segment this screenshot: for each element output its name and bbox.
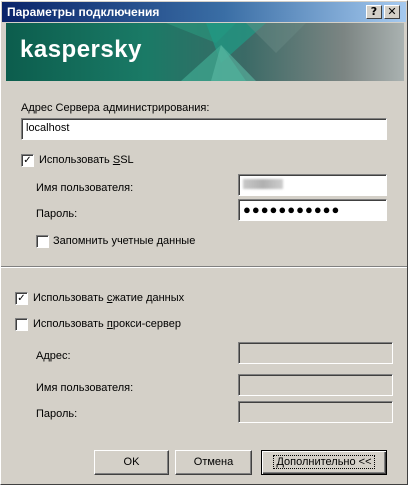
connection-settings-dialog: Параметры подключения ? ✕ kaspersky Адре… (0, 0, 408, 485)
section-divider (1, 266, 407, 268)
server-address-label: Адрес Сервера администрирования: (21, 102, 210, 114)
use-ssl-label: Использовать SSL (39, 154, 134, 166)
server-address-value: localhost (26, 122, 70, 134)
use-proxy-checkbox[interactable] (15, 318, 28, 331)
kaspersky-logo: kaspersky (20, 36, 142, 63)
remember-credentials-label: Запомнить учетные данные (53, 235, 196, 247)
title-bar[interactable]: Параметры подключения ? ✕ (2, 2, 406, 22)
close-button[interactable]: ✕ (384, 5, 400, 19)
ok-button[interactable]: OK (94, 450, 169, 475)
proxy-address-field[interactable] (238, 342, 393, 364)
use-compression-checkbox[interactable]: ✓ (15, 292, 28, 305)
proxy-password-field[interactable] (238, 401, 393, 423)
advanced-button[interactable]: Дополнительно << (261, 450, 387, 475)
server-address-field[interactable]: localhost (21, 118, 387, 140)
use-proxy-label: Использовать прокси-сервер (33, 318, 181, 330)
ssl-username-label: Имя пользователя: (36, 182, 134, 194)
ssl-password-value: ●●●●●●●●●●● (243, 202, 341, 217)
use-compression-label: Использовать сжатие данных (33, 292, 185, 304)
help-button[interactable]: ? (366, 5, 382, 19)
remember-credentials-checkbox[interactable] (36, 235, 49, 248)
ssl-password-label: Пароль: (36, 208, 78, 220)
proxy-password-label: Пароль: (36, 408, 78, 420)
redacted-username (243, 179, 283, 189)
ssl-password-field[interactable]: ●●●●●●●●●●● (238, 199, 387, 221)
ssl-username-field[interactable] (238, 174, 387, 196)
use-ssl-checkbox[interactable]: ✓ (21, 154, 34, 167)
proxy-username-label: Имя пользователя: (36, 382, 134, 394)
kaspersky-banner: kaspersky (6, 23, 404, 81)
cancel-button[interactable]: Отмена (175, 450, 252, 475)
proxy-username-field[interactable] (238, 374, 393, 396)
proxy-address-label: Адрес: (36, 350, 71, 362)
window-title: Параметры подключения (7, 5, 160, 19)
